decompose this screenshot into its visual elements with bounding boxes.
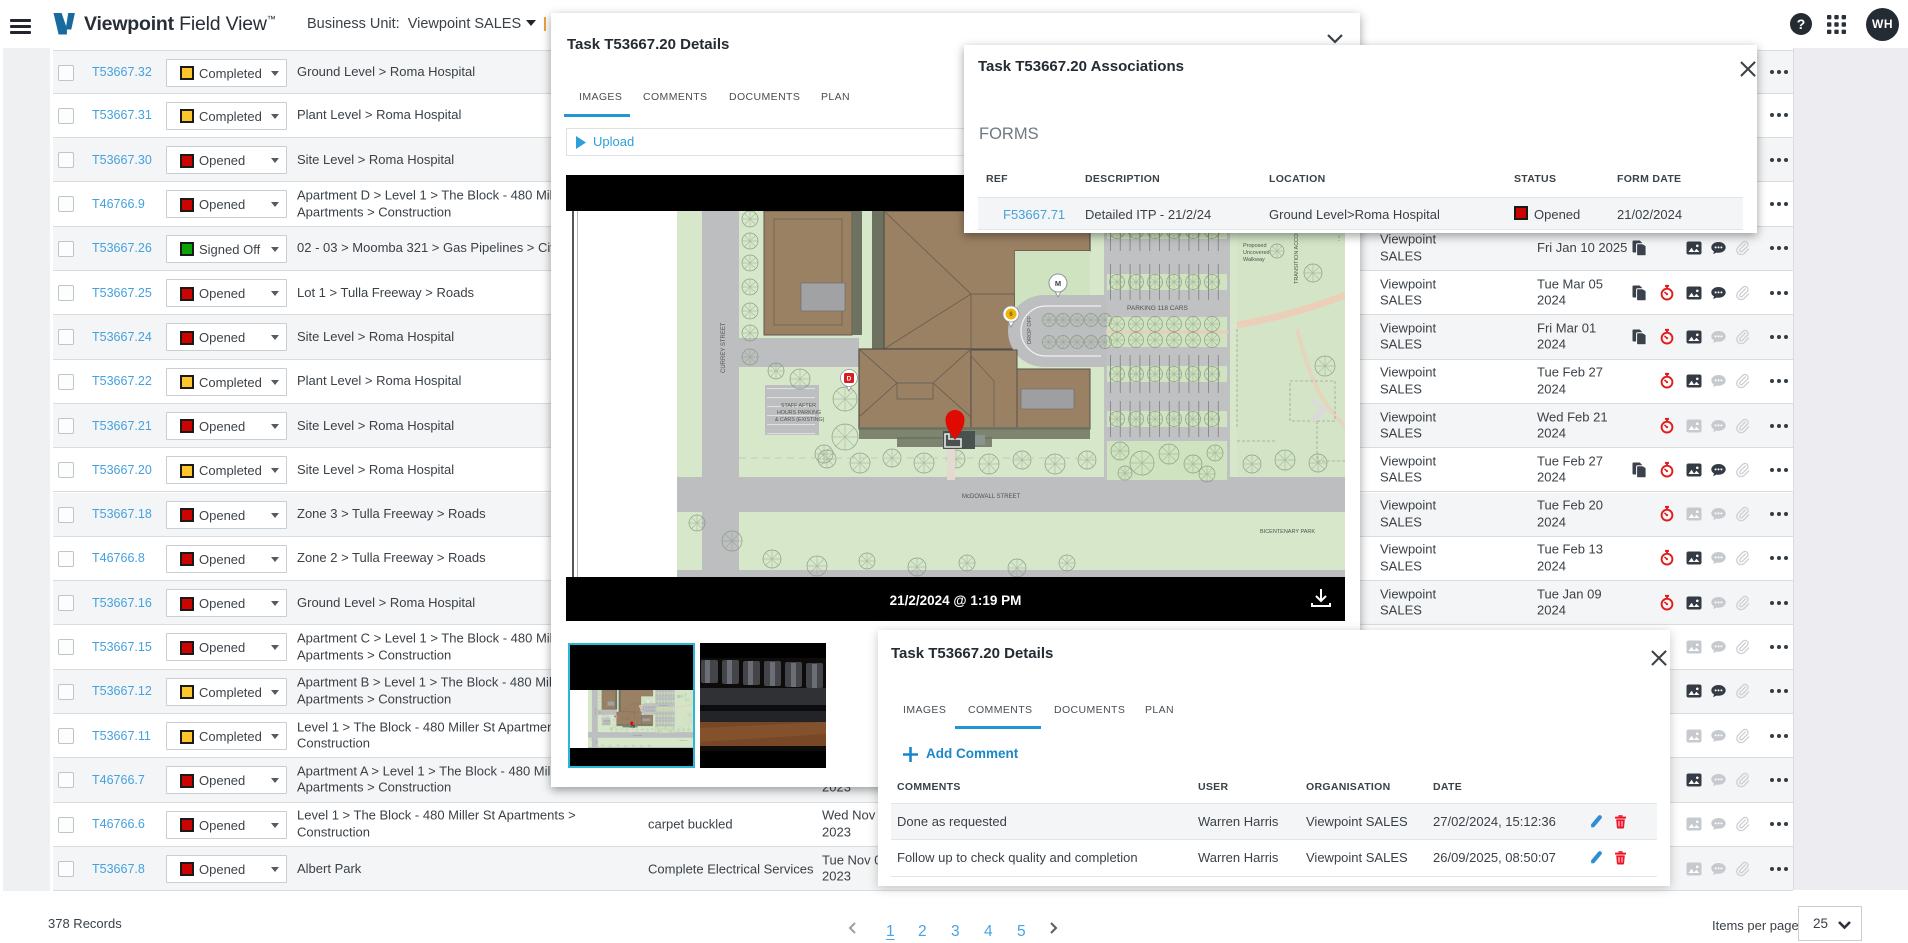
svg-text:D: D [847,376,852,383]
svg-text:Walkway: Walkway [1243,257,1265,263]
svg-text:DROP OFF: DROP OFF [1027,315,1033,344]
svg-text:BICENTENARY PARK: BICENTENARY PARK [1260,529,1315,535]
svg-text:Proposed: Proposed [1243,243,1267,249]
svg-text:M: M [1055,279,1061,288]
svg-text:PARKING 118 CARS: PARKING 118 CARS [1127,305,1188,312]
svg-text:HOURS PARKING: HOURS PARKING [777,410,821,416]
svg-text:CURREY STREET: CURREY STREET [721,322,727,373]
svg-text:Uncovered: Uncovered [1243,250,1270,256]
svg-text:McDOWALL STREET: McDOWALL STREET [962,494,1021,500]
svg-text:TRANSITION ACCOM: TRANSITION ACCOM [1294,229,1300,284]
svg-text:STAFF AFTER: STAFF AFTER [781,403,816,409]
svg-text:& CARS (EXISTING): & CARS (EXISTING) [775,417,825,423]
